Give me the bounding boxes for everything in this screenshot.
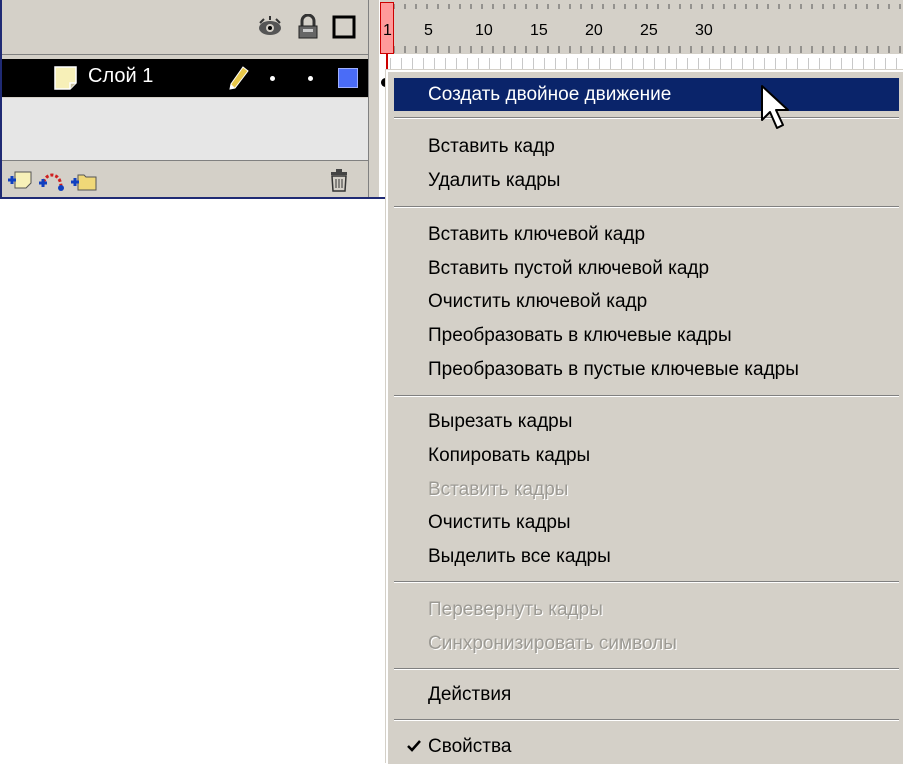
checkmark-icon bbox=[407, 740, 421, 752]
ruler-label: 10 bbox=[475, 22, 493, 39]
frame-ruler[interactable]: 1 5 10 15 20 25 30 bbox=[380, 0, 903, 54]
menu-item-label: Удалить кадры bbox=[428, 170, 561, 191]
ruler-label: 15 bbox=[530, 22, 548, 39]
menu-item-convert-to-blank-keyframes[interactable]: Преобразовать в пустые ключевые кадры bbox=[394, 353, 899, 386]
menu-item-label: Синхронизировать символы bbox=[428, 633, 677, 654]
pencil-icon bbox=[229, 66, 249, 90]
layers-panel: Слой 1 bbox=[2, 0, 368, 197]
menu-item-label: Свойства bbox=[428, 736, 512, 757]
menu-item-select-all-frames[interactable]: Выделить все кадры bbox=[394, 540, 899, 573]
layers-header bbox=[2, 0, 368, 55]
menu-item-create-motion-tween[interactable]: Создать двойное движение bbox=[394, 78, 899, 111]
ruler-label: 5 bbox=[424, 22, 433, 39]
layer-row[interactable]: Слой 1 bbox=[2, 59, 368, 97]
lock-icon[interactable] bbox=[295, 14, 321, 40]
menu-item-label: Очистить кадры bbox=[428, 512, 571, 533]
menu-item-actions[interactable]: Действия bbox=[394, 678, 899, 711]
layers-empty-area bbox=[2, 98, 368, 160]
layer-icon bbox=[54, 66, 77, 90]
menu-item-label: Преобразовать в пустые ключевые кадры bbox=[428, 359, 799, 380]
ruler-label: 20 bbox=[585, 22, 603, 39]
outline-icon[interactable] bbox=[331, 14, 357, 40]
menu-item-label: Выделить все кадры bbox=[428, 546, 611, 567]
mouse-cursor-icon bbox=[761, 85, 789, 129]
context-menu: Создать двойное движение Вставить кадр У… bbox=[386, 70, 903, 764]
menu-item-label: Вставить кадр bbox=[428, 136, 555, 157]
ruler-label: 25 bbox=[640, 22, 658, 39]
visibility-dot[interactable] bbox=[270, 76, 275, 81]
ruler-label: 30 bbox=[695, 22, 713, 39]
add-motion-guide-icon[interactable] bbox=[38, 167, 66, 193]
menu-item-paste-frames: Вставить кадры bbox=[394, 473, 899, 506]
menu-item-convert-to-keyframes[interactable]: Преобразовать в ключевые кадры bbox=[394, 319, 899, 352]
insert-layer-folder-icon[interactable] bbox=[70, 167, 98, 193]
menu-item-insert-keyframe[interactable]: Вставить ключевой кадр bbox=[394, 218, 899, 251]
menu-item-label: Очистить ключевой кадр bbox=[428, 291, 648, 312]
menu-item-label: Вставить ключевой кадр bbox=[428, 224, 646, 245]
menu-item-label: Вставить кадры bbox=[428, 479, 569, 500]
panel-divider[interactable] bbox=[368, 0, 380, 197]
layer-color-swatch[interactable] bbox=[338, 68, 358, 88]
menu-separator bbox=[394, 719, 899, 721]
menu-separator bbox=[394, 117, 899, 119]
menu-separator bbox=[394, 395, 899, 397]
menu-item-label: Действия bbox=[428, 684, 512, 705]
menu-item-insert-blank-keyframe[interactable]: Вставить пустой ключевой кадр bbox=[394, 252, 899, 285]
menu-item-label: Вырезать кадры bbox=[428, 411, 573, 432]
menu-item-clear-keyframe[interactable]: Очистить ключевой кадр bbox=[394, 285, 899, 318]
menu-separator bbox=[394, 581, 899, 583]
menu-item-cut-frames[interactable]: Вырезать кадры bbox=[394, 405, 899, 438]
menu-separator bbox=[394, 668, 899, 670]
lock-dot[interactable] bbox=[308, 76, 313, 81]
menu-item-label: Создать двойное движение bbox=[428, 84, 672, 105]
layers-footer bbox=[2, 160, 368, 197]
menu-item-reverse-frames: Перевернуть кадры bbox=[394, 593, 899, 626]
menu-item-insert-frame[interactable]: Вставить кадр bbox=[394, 130, 899, 163]
menu-item-synchronize-symbols: Синхронизировать символы bbox=[394, 627, 899, 660]
menu-item-remove-frames[interactable]: Удалить кадры bbox=[394, 164, 899, 197]
layer-name[interactable]: Слой 1 bbox=[88, 65, 153, 88]
eye-icon[interactable] bbox=[257, 14, 283, 40]
menu-separator bbox=[394, 206, 899, 208]
insert-layer-icon[interactable] bbox=[6, 167, 34, 193]
menu-item-copy-frames[interactable]: Копировать кадры bbox=[394, 439, 899, 472]
menu-item-label: Копировать кадры bbox=[428, 445, 591, 466]
menu-item-clear-frames[interactable]: Очистить кадры bbox=[394, 506, 899, 539]
menu-item-properties[interactable]: Свойства bbox=[394, 730, 899, 763]
ruler-label: 1 bbox=[383, 22, 392, 39]
trash-icon[interactable] bbox=[325, 167, 353, 193]
menu-item-label: Преобразовать в ключевые кадры bbox=[428, 325, 732, 346]
menu-item-label: Вставить пустой ключевой кадр bbox=[428, 258, 710, 279]
menu-item-label: Перевернуть кадры bbox=[428, 599, 603, 620]
